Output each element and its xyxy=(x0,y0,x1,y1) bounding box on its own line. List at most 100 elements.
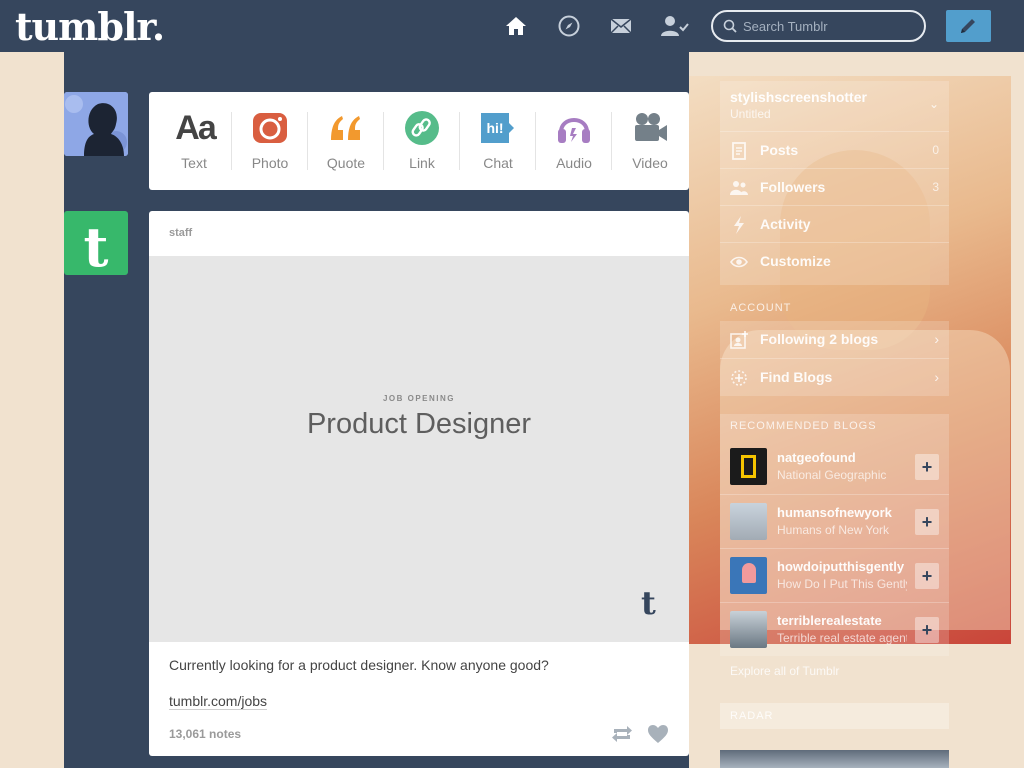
chevron-down-icon: ⌄ xyxy=(928,97,939,111)
home-icon[interactable] xyxy=(504,14,528,38)
post-type-selector: Aa Text Photo Quote Link hi! Chat Audio … xyxy=(149,92,689,190)
dashboard-post: staff JOB OPENING Product Designer t Cur… xyxy=(149,211,689,756)
eye-icon xyxy=(730,256,748,268)
post-body-text: Currently looking for a product designer… xyxy=(169,657,549,673)
blog-name: howdoiputthisgently xyxy=(777,559,905,574)
sidebar-item-find-blogs[interactable]: Find Blogs › xyxy=(720,358,949,395)
sidebar-item-posts[interactable]: Posts 0 xyxy=(720,131,949,168)
text-icon: Aa xyxy=(175,109,216,147)
blog-subtitle: Humans of New York xyxy=(777,523,890,537)
followers-icon xyxy=(730,181,748,195)
user-avatar[interactable] xyxy=(64,92,128,156)
post-type-quote[interactable]: Quote xyxy=(308,92,384,190)
blog-avatar xyxy=(730,611,767,648)
sidebar-item-label: Posts xyxy=(760,142,799,158)
sidebar-item-label: Following 2 blogs xyxy=(760,331,879,347)
post-type-label: Text xyxy=(181,155,207,171)
blog-subtitle: Terrible real estate agent xyxy=(777,631,907,645)
image-title: Product Designer xyxy=(306,408,532,440)
chat-icon: hi! xyxy=(481,113,514,143)
sidebar-item-label: Customize xyxy=(760,253,831,269)
top-navigation-bar: tumblr. xyxy=(0,0,1024,52)
recommended-blog[interactable]: humansofnewyork Humans of New York + xyxy=(720,494,949,548)
post-type-label: Photo xyxy=(251,155,289,171)
sidebar-item-label: Followers xyxy=(760,179,826,195)
follow-button[interactable]: + xyxy=(915,509,939,535)
search-box[interactable] xyxy=(711,10,926,42)
blog-name: terriblerealestate xyxy=(777,613,882,628)
post-type-audio[interactable]: Audio xyxy=(536,92,612,190)
image-kicker: JOB OPENING xyxy=(382,394,456,403)
post-type-photo[interactable]: Photo xyxy=(232,92,308,190)
tumblr-t-logo: t xyxy=(83,215,109,275)
compose-post-button[interactable] xyxy=(946,10,991,42)
sidebar-item-activity[interactable]: Activity xyxy=(720,205,949,242)
post-type-label: Audio xyxy=(556,155,592,171)
explore-icon[interactable] xyxy=(557,14,581,38)
post-link[interactable]: tumblr.com/jobs xyxy=(169,693,268,710)
blog-subtitle: National Geographic xyxy=(777,468,887,482)
recommended-blog[interactable]: terriblerealestate Terrible real estate … xyxy=(720,602,949,656)
post-author[interactable]: staff xyxy=(169,227,192,239)
post-image[interactable]: JOB OPENING Product Designer t xyxy=(149,256,689,642)
recommended-blog[interactable]: howdoiputthisgently How Do I Put This Ge… xyxy=(720,548,949,602)
link-icon xyxy=(405,111,439,145)
posts-icon xyxy=(732,142,746,160)
blog-switcher[interactable]: stylishscreenshotter Untitled ⌄ xyxy=(720,81,949,129)
sidebar-item-customize[interactable]: Customize xyxy=(720,242,949,279)
post-type-label: Link xyxy=(409,155,435,171)
post-type-text[interactable]: Aa Text xyxy=(156,92,232,190)
patrick-star-icon xyxy=(742,563,756,583)
post-notes-count[interactable]: 13,061 notes xyxy=(169,727,241,741)
quote-icon xyxy=(331,116,360,140)
account-icon[interactable] xyxy=(661,14,689,38)
recommended-section-label: RECOMMENDED BLOGS xyxy=(730,420,877,432)
reblog-icon[interactable] xyxy=(611,724,633,744)
follow-button[interactable]: + xyxy=(915,617,939,643)
mail-icon[interactable] xyxy=(609,14,633,38)
pencil-icon xyxy=(961,19,975,33)
blog-avatar xyxy=(730,448,767,485)
sidebar-item-label: Find Blogs xyxy=(760,369,833,385)
sidebar-blog-panel: stylishscreenshotter Untitled ⌄ Posts 0 … xyxy=(720,81,949,285)
explore-all-link[interactable]: Explore all of Tumblr xyxy=(730,664,839,678)
chevron-right-icon: › xyxy=(934,369,939,385)
tumblr-t-icon: t xyxy=(641,584,656,622)
svg-text:hi!: hi! xyxy=(486,120,503,136)
follow-button[interactable]: + xyxy=(915,563,939,589)
heart-icon[interactable] xyxy=(647,724,669,744)
headphones-icon xyxy=(558,118,590,143)
avatar-silhouette-icon xyxy=(64,92,128,156)
post-type-link[interactable]: Link xyxy=(384,92,460,190)
sidebar-item-followers[interactable]: Followers 3 xyxy=(720,168,949,205)
camera-icon xyxy=(253,113,287,143)
post-type-label: Video xyxy=(632,155,668,171)
blog-subtitle: How Do I Put This Gently xyxy=(777,577,907,591)
blog-name: natgeofound xyxy=(777,450,856,465)
search-input[interactable] xyxy=(743,17,913,35)
post-type-label: Quote xyxy=(326,155,366,171)
following-icon xyxy=(730,331,748,349)
sidebar-recommended-panel: RECOMMENDED BLOGS natgeofound National G… xyxy=(720,414,949,656)
blog-avatar xyxy=(730,503,767,540)
sidebar-item-following[interactable]: Following 2 blogs › xyxy=(720,321,949,358)
search-icon xyxy=(723,19,737,33)
radar-label: RADAR xyxy=(730,710,774,722)
follow-button[interactable]: + xyxy=(915,454,939,480)
sidebar-item-label: Activity xyxy=(760,216,811,232)
blog-subtitle: Untitled xyxy=(730,107,771,121)
sidebar-account-panel: Following 2 blogs › Find Blogs › xyxy=(720,321,949,396)
recommended-blog[interactable]: natgeofound National Geographic + xyxy=(720,440,949,494)
account-section-label: ACCOUNT xyxy=(730,302,792,314)
blog-name: stylishscreenshotter xyxy=(730,89,867,105)
post-type-video[interactable]: Video xyxy=(612,92,688,190)
natgeo-frame-icon xyxy=(741,455,756,478)
radar-section-header: RADAR xyxy=(720,703,949,729)
radar-post-image[interactable] xyxy=(720,750,949,768)
chevron-right-icon: › xyxy=(934,331,939,347)
staff-avatar[interactable]: t xyxy=(64,211,128,275)
post-type-chat[interactable]: hi! Chat xyxy=(460,92,536,190)
post-type-label: Chat xyxy=(483,155,513,171)
tumblr-logo[interactable]: tumblr. xyxy=(15,4,165,49)
blog-avatar xyxy=(730,557,767,594)
